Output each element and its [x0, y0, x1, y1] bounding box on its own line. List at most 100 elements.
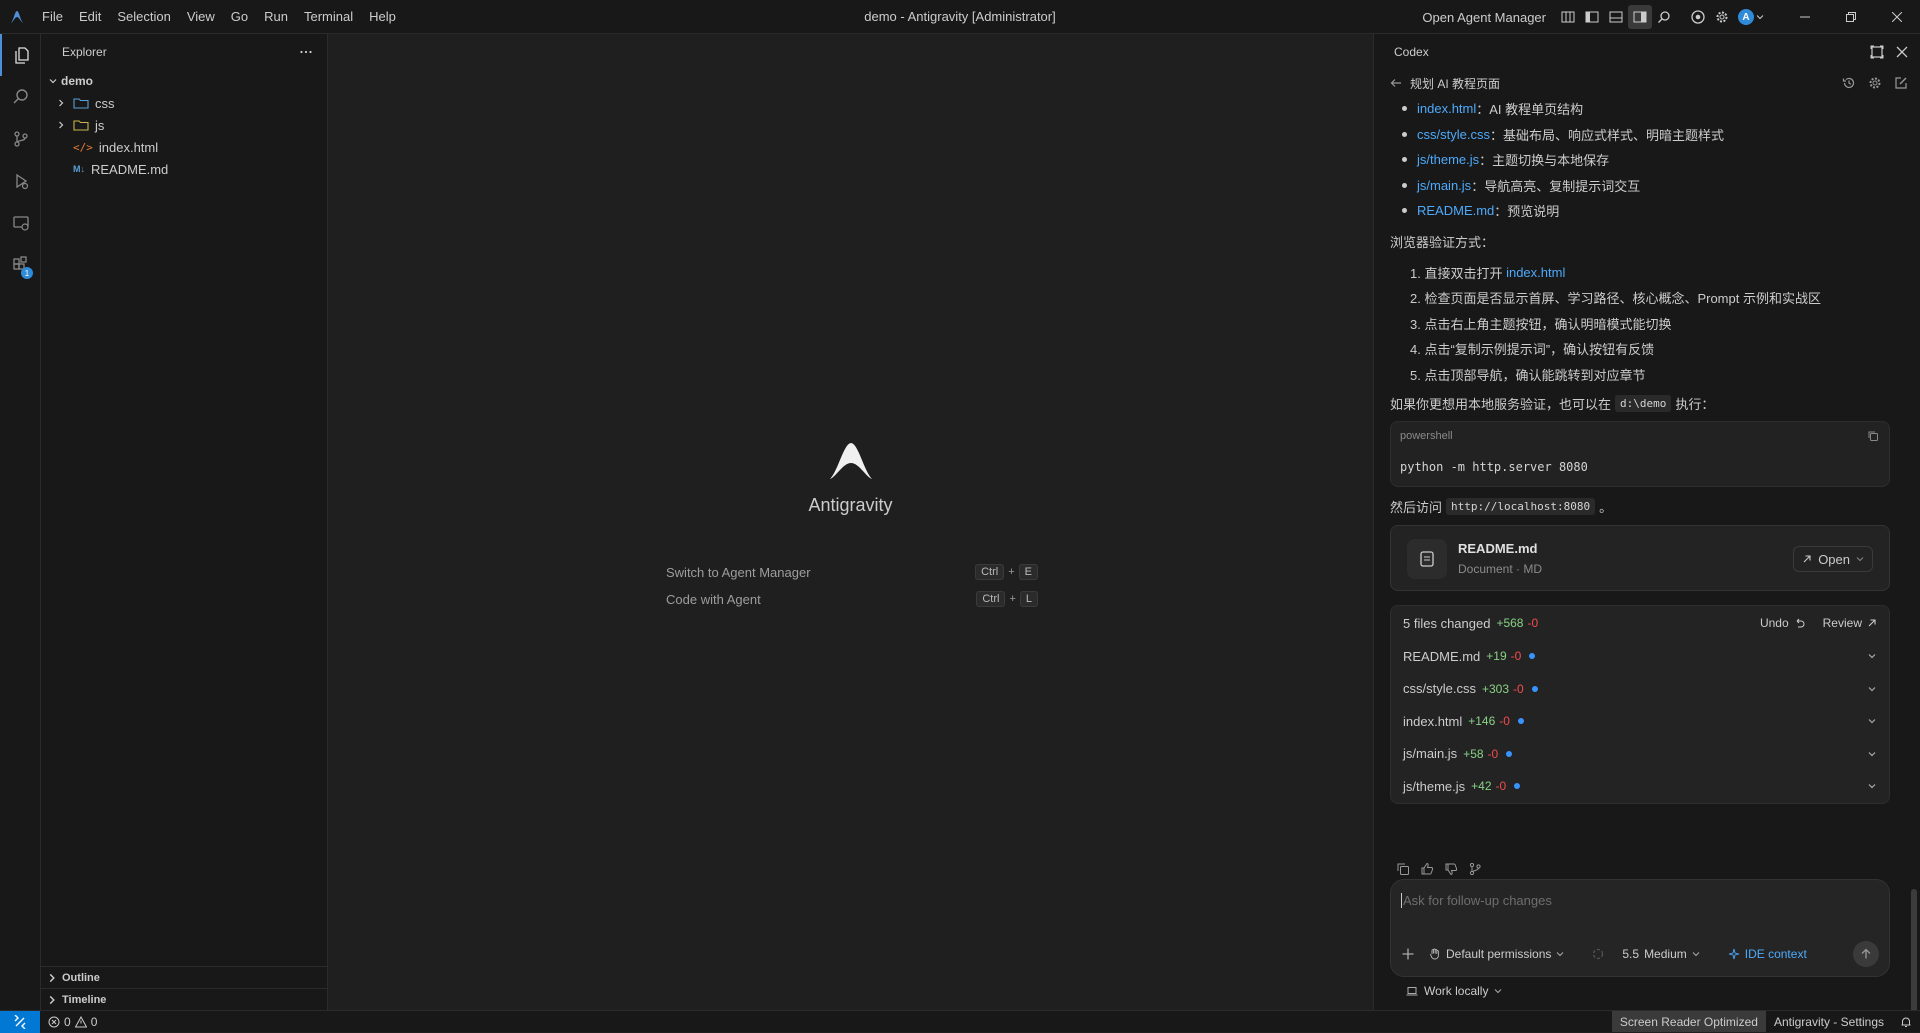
tree-item-readme[interactable]: M↓ README.md [41, 158, 327, 180]
add-attachment-icon[interactable] [1401, 947, 1415, 961]
settings-status[interactable]: Antigravity - Settings [1766, 1011, 1892, 1032]
tree-item-js[interactable]: js [41, 114, 327, 136]
changed-file-row[interactable]: index.html +146 -0 [1391, 705, 1889, 738]
open-button[interactable]: Open [1793, 546, 1873, 572]
file-link[interactable]: README.md [1417, 203, 1494, 218]
restore-button[interactable] [1828, 0, 1874, 34]
explorer-activity[interactable] [0, 34, 41, 76]
more-actions-icon[interactable] [299, 45, 313, 59]
changed-file-row[interactable]: js/main.js +58 -0 [1391, 738, 1889, 771]
settings-gear-icon[interactable] [1868, 76, 1882, 90]
lines-removed: -0 [1510, 649, 1522, 664]
changed-file-row[interactable]: js/theme.js +42 -0 [1391, 770, 1889, 803]
thumbs-down-icon[interactable] [1444, 862, 1458, 876]
screen-reader-status[interactable]: Screen Reader Optimized [1611, 1011, 1766, 1032]
changed-file-row[interactable]: README.md +19 -0 [1391, 640, 1889, 673]
tree-root-demo[interactable]: demo [41, 70, 327, 92]
changed-file-name: js/theme.js [1403, 778, 1466, 794]
timeline-section[interactable]: Timeline [41, 988, 328, 1010]
undo-button[interactable]: Undo [1760, 616, 1805, 630]
menu-help[interactable]: Help [361, 0, 404, 34]
inline-code: d:\demo [1615, 394, 1672, 412]
chat-composer: Ask for follow-up changes Default permis… [1390, 879, 1890, 977]
browser-icon[interactable] [1686, 5, 1710, 29]
undo-label: Undo [1759, 616, 1789, 630]
menu-terminal[interactable]: Terminal [296, 0, 361, 34]
extensions-activity[interactable]: 1 [0, 244, 41, 286]
lines-added: +42 [1471, 779, 1492, 794]
menu-view[interactable]: View [179, 0, 223, 34]
spinner-icon [1593, 948, 1604, 960]
history-icon[interactable] [1842, 76, 1856, 90]
account-menu[interactable]: A [1734, 5, 1768, 29]
toggle-panel-icon[interactable] [1604, 5, 1628, 29]
file-link[interactable]: index.html [1417, 101, 1476, 116]
file-card[interactable]: README.md Document · MD Open [1390, 525, 1890, 591]
visit-pre: 然后访问 [1390, 499, 1443, 515]
new-chat-icon[interactable] [1894, 76, 1908, 90]
search-icon[interactable] [1652, 5, 1676, 29]
shortcut-switch-agent-manager[interactable]: Switch to Agent Manager Ctrl + E [666, 564, 1038, 580]
outline-section[interactable]: Outline [41, 966, 328, 988]
close-icon[interactable] [1896, 46, 1908, 58]
toggle-primary-sidebar-icon[interactable] [1580, 5, 1604, 29]
open-agent-manager-button[interactable]: Open Agent Manager [1422, 10, 1546, 25]
file-link[interactable]: js/theme.js [1417, 152, 1479, 167]
close-window-button[interactable] [1874, 0, 1920, 34]
shortcut-label: Code with Agent [666, 591, 761, 607]
document-icon [1407, 539, 1447, 579]
modified-dot [1531, 685, 1538, 692]
search-activity[interactable] [0, 76, 41, 118]
kbd-key: E [1018, 564, 1038, 580]
error-icon [48, 1016, 60, 1027]
back-arrow-icon[interactable] [1390, 77, 1402, 89]
follow-up-input[interactable]: Ask for follow-up changes [1401, 893, 1552, 908]
review-button[interactable]: Review [1823, 616, 1877, 630]
settings-gear-icon[interactable] [1710, 5, 1734, 29]
outline-label: Outline [62, 971, 100, 984]
copy-icon[interactable] [1867, 430, 1879, 442]
menu-file[interactable]: File [34, 0, 71, 34]
send-button[interactable] [1853, 941, 1879, 967]
file-link[interactable]: index.html [1506, 265, 1565, 280]
menu-edit[interactable]: Edit [71, 0, 109, 34]
remote-icon [14, 1014, 26, 1029]
file-link[interactable]: css/style.css [1417, 127, 1490, 142]
run-debug-activity[interactable] [0, 160, 41, 202]
menu-selection[interactable]: Selection [109, 0, 178, 34]
visit-text: 然后访问 http://localhost:8080 。 [1390, 487, 1890, 525]
minimize-button[interactable] [1782, 0, 1828, 34]
chevron-down-icon [1868, 686, 1876, 692]
remote-explorer-activity[interactable] [0, 202, 41, 244]
thumbs-up-icon[interactable] [1420, 862, 1434, 876]
chevron-down-icon [1557, 952, 1564, 957]
menu-bar: File Edit Selection View Go Run Terminal… [34, 0, 404, 34]
file-link[interactable]: js/main.js [1417, 178, 1471, 193]
changed-file-row[interactable]: css/style.css +303 -0 [1391, 673, 1889, 706]
undo-icon [1796, 618, 1805, 627]
list-item: css/style.css ：基础布局、响应式样式、明暗主题样式 [1390, 122, 1890, 148]
source-control-activity[interactable] [0, 118, 41, 160]
toggle-secondary-sidebar-icon[interactable] [1628, 5, 1652, 29]
model-dropdown[interactable]: 5.5 Medium [1592, 947, 1700, 961]
tree-item-index-html[interactable]: </> index.html [41, 136, 327, 158]
effort-label: Medium [1644, 947, 1687, 961]
permissions-dropdown[interactable]: Default permissions [1429, 947, 1564, 961]
remote-indicator[interactable] [0, 1010, 40, 1033]
lines-added: +146 [1468, 714, 1496, 729]
tree-item-css[interactable]: css [41, 92, 327, 114]
list-item: 4. 点击“复制示例提示词”，确认按钮有反馈 [1410, 342, 1655, 358]
ide-context-toggle[interactable]: IDE context [1728, 947, 1807, 961]
work-locally-dropdown[interactable]: Work locally [1406, 984, 1502, 998]
notifications-bell-icon[interactable] [1892, 1011, 1920, 1032]
layout-customize-icon[interactable] [1556, 5, 1580, 29]
menu-run[interactable]: Run [256, 0, 296, 34]
scrollbar-thumb[interactable] [1911, 889, 1917, 1029]
branch-icon[interactable] [1468, 862, 1482, 876]
menu-go[interactable]: Go [223, 0, 256, 34]
warning-count: 0 [90, 1014, 98, 1029]
problems-indicator[interactable]: 0 0 [48, 1015, 97, 1029]
shortcut-code-with-agent[interactable]: Code with Agent Ctrl + L [666, 591, 1038, 607]
maximize-panel-icon[interactable] [1870, 45, 1884, 59]
copy-icon[interactable] [1396, 862, 1410, 876]
